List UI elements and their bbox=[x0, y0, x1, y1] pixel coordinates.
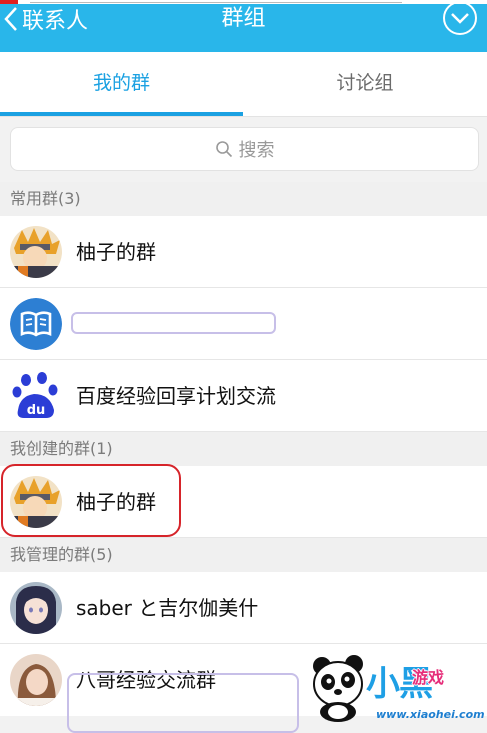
group-row[interactable]: du 百度经验回享计划交流 bbox=[0, 360, 487, 432]
group-name: 百度经验回享计划交流 bbox=[76, 384, 276, 408]
redaction-box bbox=[67, 673, 299, 733]
watermark-sub: 游戏 bbox=[412, 668, 445, 687]
group-name: 柚子的群 bbox=[76, 240, 156, 264]
anime-avatar bbox=[10, 226, 62, 278]
section-label: 常用群(3) bbox=[10, 189, 81, 208]
svg-text:du: du bbox=[27, 403, 46, 418]
section-label: 我创建的群(1) bbox=[10, 439, 113, 458]
tab-discussion-groups[interactable]: 讨论组 bbox=[243, 52, 487, 116]
baidu-paw-icon: du bbox=[10, 370, 62, 422]
tab-my-groups[interactable]: 我的群 bbox=[0, 52, 243, 116]
title-bar: 联系人 群组 bbox=[0, 2, 487, 52]
search-placeholder: 搜索 bbox=[238, 140, 275, 161]
panda-icon bbox=[313, 655, 363, 722]
photo-avatar bbox=[10, 654, 62, 706]
section-header-created: 我创建的群(1) bbox=[0, 432, 487, 466]
group-row[interactable]: 柚子的群 bbox=[0, 216, 487, 288]
search-icon bbox=[215, 141, 232, 158]
watermark-logo: 小黑 游戏 www.xiaohei.com bbox=[300, 650, 487, 725]
search-input[interactable]: 搜索 bbox=[10, 127, 479, 171]
section-header-frequent: 常用群(3) bbox=[0, 182, 487, 216]
page-title: 群组 bbox=[221, 6, 266, 31]
watermark-url: www.xiaohei.com bbox=[376, 708, 485, 721]
anime-girl-avatar bbox=[10, 582, 62, 634]
search-area: 搜索 bbox=[0, 117, 487, 182]
chevron-down-circle-icon[interactable] bbox=[442, 2, 478, 38]
section-label: 我管理的群(5) bbox=[10, 545, 113, 564]
book-icon bbox=[10, 298, 62, 350]
redaction-box bbox=[71, 312, 276, 334]
highlight-box bbox=[1, 464, 181, 537]
group-row[interactable]: saber と吉尔伽美什 bbox=[0, 572, 487, 644]
group-name: saber と吉尔伽美什 bbox=[76, 596, 259, 620]
tab-bar: 我的群 讨论组 bbox=[0, 52, 487, 116]
section-header-managed: 我管理的群(5) bbox=[0, 538, 487, 572]
